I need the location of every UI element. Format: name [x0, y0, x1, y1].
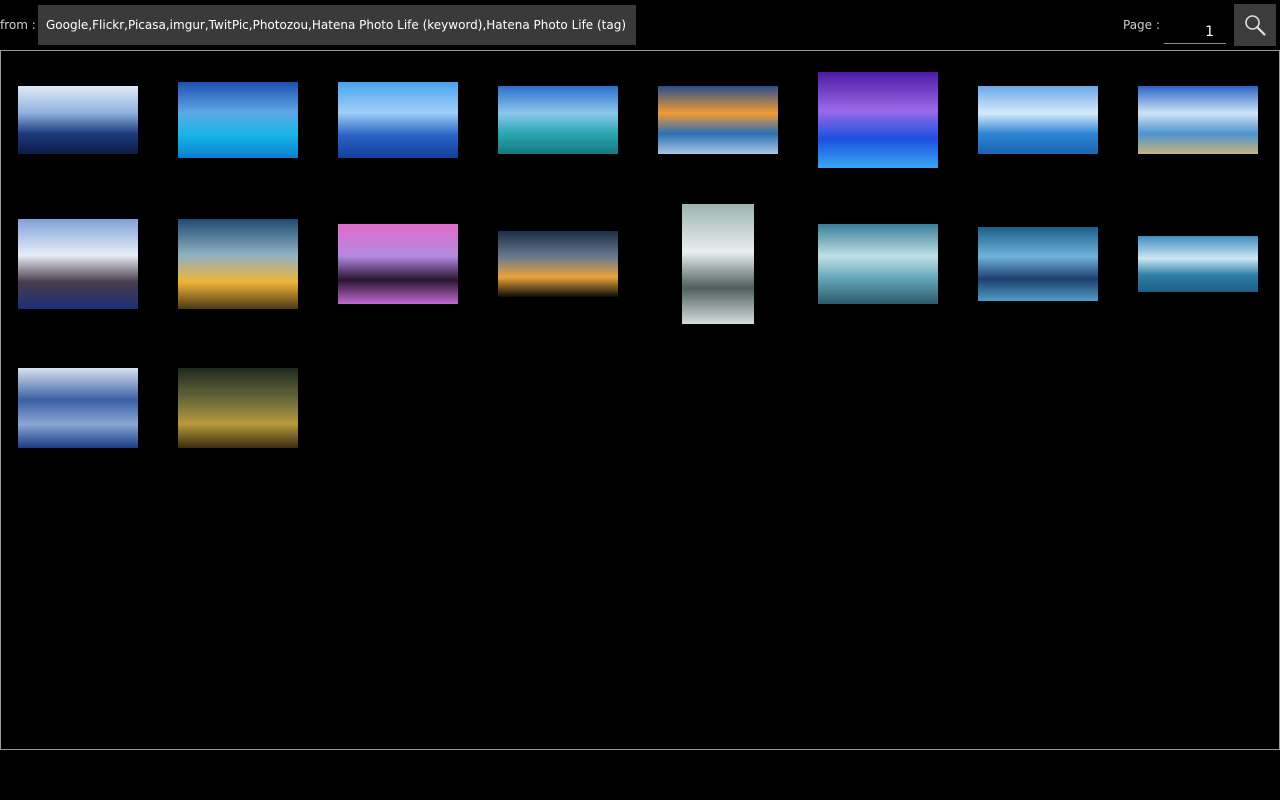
thumbnail-17[interactable]: [18, 368, 138, 448]
thumbnail-8[interactable]: [1138, 86, 1258, 154]
search-toolbar: from : Google,Flickr,Picasa,imgur,TwitPi…: [0, 0, 1280, 50]
magnifier-icon: [1245, 15, 1266, 36]
thumbnail-grid: [0, 50, 1280, 750]
search-button[interactable]: [1234, 4, 1276, 46]
thumbnail-9[interactable]: [18, 219, 138, 309]
thumbnail-13[interactable]: [682, 204, 754, 324]
thumbnail-3[interactable]: [338, 82, 458, 158]
thumbnail-5[interactable]: [658, 86, 778, 154]
thumbnail-16[interactable]: [1138, 236, 1258, 292]
thumbnail-6[interactable]: [818, 72, 938, 168]
thumbnail-2[interactable]: [178, 82, 298, 158]
page-number-input[interactable]: 1: [1164, 8, 1226, 44]
thumbnail-7[interactable]: [978, 86, 1098, 154]
sources-input-value: Google,Flickr,Picasa,imgur,TwitPic,Photo…: [46, 18, 627, 32]
thumbnail-18[interactable]: [178, 368, 298, 448]
page-label: Page :: [1123, 18, 1160, 32]
thumbnail-4[interactable]: [498, 86, 618, 154]
thumbnail-10[interactable]: [178, 219, 298, 309]
thumbnail-12[interactable]: [498, 231, 618, 297]
thumbnail-11[interactable]: [338, 224, 458, 304]
thumbnail-15[interactable]: [978, 227, 1098, 301]
from-label: from :: [0, 18, 36, 32]
thumbnail-14[interactable]: [818, 224, 938, 304]
thumbnail-1[interactable]: [18, 86, 138, 154]
page-number-value: 1: [1205, 24, 1214, 40]
sources-input[interactable]: Google,Flickr,Picasa,imgur,TwitPic,Photo…: [38, 5, 636, 45]
